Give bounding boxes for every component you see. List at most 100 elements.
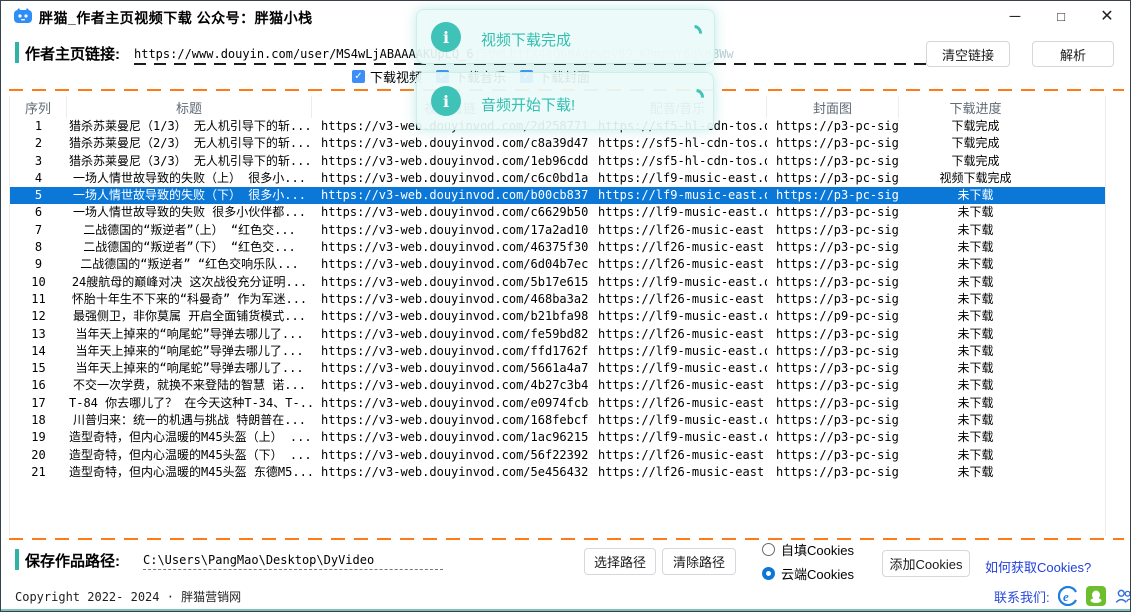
cell-progress: 未下载 bbox=[899, 429, 1052, 446]
toast-message: 音频开始下载! bbox=[481, 94, 575, 115]
cell-music-link: https://lf9-music-east.douyi... bbox=[589, 274, 767, 291]
cell-title: 怀胎十年生不下来的“科曼奇” 作为军迷... bbox=[67, 291, 312, 308]
cell-cover-link: https://p3-pc-sign... bbox=[767, 274, 899, 291]
table-row[interactable]: 15 当年天上掉来的“响尾蛇”导弹去哪儿了... https://v3-web.… bbox=[10, 360, 1105, 377]
cell-music-link: https://lf26-music-east.douy... bbox=[589, 464, 767, 481]
cell-cover-link: https://p9-pc-sign... bbox=[767, 308, 899, 325]
choose-path-button[interactable]: 选择路径 bbox=[584, 548, 656, 575]
cell-progress: 未下载 bbox=[899, 308, 1052, 325]
table-row[interactable]: 10 24艘航母的巅峰对决 这次战役充分证明... https://v3-web… bbox=[10, 274, 1105, 291]
table-row[interactable]: 2 猎杀苏莱曼尼（2/3） 无人机引导下的斩... https://v3-web… bbox=[10, 135, 1105, 152]
contact-us-label: 联系我们: bbox=[994, 587, 1050, 606]
table-row[interactable]: 8 二战德国的“叛逆者”（下） “红色交... https://v3-web.d… bbox=[10, 239, 1105, 256]
table-row[interactable]: 20 造型奇特，但内心温暖的M45头盔（下） ... https://v3-we… bbox=[10, 447, 1105, 464]
cell-video-link: https://v3-web.douyinvod.com/5e45643236d… bbox=[312, 464, 589, 481]
cell-video-link: https://v3-web.douyinvod.com/e0974fcb4c6… bbox=[312, 395, 589, 412]
cell-music-link: https://lf26-music-east.douy... bbox=[589, 239, 767, 256]
app-window: 胖猫_作者主页视频下载 公众号：胖猫小栈 ─ □ ✕ 作者主页链接: https… bbox=[0, 0, 1131, 612]
close-button[interactable]: ✕ bbox=[1084, 1, 1130, 31]
cell-title: 一场人情世故导致的失败（上） 很多小... bbox=[67, 170, 312, 187]
table-row[interactable]: 14 当年天上掉来的“响尾蛇”导弹去哪儿了... https://v3-web.… bbox=[10, 343, 1105, 360]
table-row[interactable]: 3 猎杀苏莱曼尼（3/3） 无人机引导下的斩... https://v3-web… bbox=[10, 153, 1105, 170]
cell-video-link: https://v3-web.douyinvod.com/5661a4a78a8… bbox=[312, 360, 589, 377]
cell-progress: 下载完成 bbox=[899, 118, 1052, 135]
cell-music-link: https://lf9-music-east.douyi... bbox=[589, 343, 767, 360]
cell-cover-link: https://p3-pc-sign... bbox=[767, 135, 899, 152]
cell-video-link: https://v3-web.douyinvod.com/17a2ad10cfd… bbox=[312, 222, 589, 239]
cell-seq: 11 bbox=[10, 291, 67, 308]
cell-title: 猎杀苏莱曼尼（3/3） 无人机引导下的斩... bbox=[67, 153, 312, 170]
table-row[interactable]: 6 一场人情世故导致的失败 很多小伙伴都... https://v3-web.d… bbox=[10, 204, 1105, 221]
cell-progress: 未下载 bbox=[899, 412, 1052, 429]
table-row[interactable]: 11 怀胎十年生不下来的“科曼奇” 作为军迷... https://v3-web… bbox=[10, 291, 1105, 308]
cell-music-link: https://lf26-music-east.douy... bbox=[589, 447, 767, 464]
download-option-checkbox[interactable]: 下载视频 bbox=[352, 67, 422, 86]
table-row[interactable]: 19 造型奇特，但内心温暖的M45头盔（上） ... https://v3-we… bbox=[10, 429, 1105, 446]
table-row[interactable]: 21 造型奇特，但内心温暖的M45头盔 东德M5... https://v3-w… bbox=[10, 464, 1105, 481]
cell-video-link: https://v3-web.douyinvod.com/b00cb837e4b… bbox=[312, 187, 589, 204]
cell-music-link: https://lf26-music-east.douy... bbox=[589, 377, 767, 394]
clear-path-button[interactable]: 清除路径 bbox=[662, 548, 736, 575]
cell-progress: 未下载 bbox=[899, 187, 1052, 204]
add-cookies-button[interactable]: 添加Cookies bbox=[882, 550, 970, 577]
ie-browser-icon[interactable]: e bbox=[1058, 586, 1078, 606]
cell-cover-link: https://p3-pc-sign... bbox=[767, 395, 899, 412]
cell-title: 当年天上掉来的“响尾蛇”导弹去哪儿了... bbox=[67, 326, 312, 343]
cell-seq: 20 bbox=[10, 447, 67, 464]
app-icon bbox=[14, 8, 32, 29]
cell-seq: 16 bbox=[10, 377, 67, 394]
cell-video-link: https://v3-web.douyinvod.com/4b27c3b401c… bbox=[312, 377, 589, 394]
cell-progress: 视频下载完成 bbox=[899, 170, 1052, 187]
spinner-icon bbox=[685, 86, 708, 109]
table-row[interactable]: 7 二战德国的“叛逆者”（上） “红色交... https://v3-web.d… bbox=[10, 222, 1105, 239]
minimize-button[interactable]: ─ bbox=[992, 1, 1038, 31]
cell-video-link: https://v3-web.douyinvod.com/fe59bd823c7… bbox=[312, 326, 589, 343]
toast-audio-start: 音频开始下载! bbox=[416, 72, 714, 130]
cell-progress: 未下载 bbox=[899, 326, 1052, 343]
cell-seq: 8 bbox=[10, 239, 67, 256]
qq-group-icon[interactable] bbox=[1114, 586, 1131, 606]
cell-seq: 12 bbox=[10, 308, 67, 325]
cell-title: 一场人情世故导致的失败 很多小伙伴都... bbox=[67, 204, 312, 221]
cell-music-link: https://lf9-music-east.douyi... bbox=[589, 308, 767, 325]
cell-seq: 1 bbox=[10, 118, 67, 135]
cell-title: 猎杀苏莱曼尼（1/3） 无人机引导下的斩... bbox=[67, 118, 312, 135]
cell-cover-link: https://p3-pc-sign... bbox=[767, 153, 899, 170]
table-row[interactable]: 18 川普归来：统一的机遇与挑战 特朗普在... https://v3-web.… bbox=[10, 412, 1105, 429]
cell-cover-link: https://p3-pc-sign... bbox=[767, 447, 899, 464]
cell-progress: 未下载 bbox=[899, 204, 1052, 221]
table-row[interactable]: 12 最强侧卫，非你莫属 开启全面铺货模式... https://v3-web.… bbox=[10, 308, 1105, 325]
table-row[interactable]: 17 T-84 你去哪儿了？ 在今天这种T-34、T-... https://v… bbox=[10, 395, 1105, 412]
parse-button[interactable]: 解析 bbox=[1032, 41, 1114, 67]
cell-title: 一场人情世故导致的失败（下） 很多小... bbox=[67, 187, 312, 204]
table-row[interactable]: 16 不交一次学费，就换不来登陆的智慧 诺... https://v3-web.… bbox=[10, 377, 1105, 394]
cell-music-link: https://lf26-music-east.douy... bbox=[589, 291, 767, 308]
radio-label: 云端Cookies bbox=[781, 564, 854, 583]
cell-video-link: https://v3-web.douyinvod.com/468ba3a2b50… bbox=[312, 291, 589, 308]
contact-us-row: 联系我们: e bbox=[994, 586, 1131, 606]
cell-title: 当年天上掉来的“响尾蛇”导弹去哪儿了... bbox=[67, 360, 312, 377]
cell-cover-link: https://p3-pc-sign... bbox=[767, 291, 899, 308]
cell-title: 二战德国的“叛逆者”（下） “红色交... bbox=[67, 239, 312, 256]
how-to-get-cookies-link[interactable]: 如何获取Cookies? bbox=[985, 557, 1091, 576]
table-row[interactable]: 4 一场人情世故导致的失败（上） 很多小... https://v3-web.d… bbox=[10, 170, 1105, 187]
cell-cover-link: https://p3-pc-sign... bbox=[767, 239, 899, 256]
qq-icon[interactable] bbox=[1086, 586, 1106, 606]
table-row[interactable]: 5 一场人情世故导致的失败（下） 很多小... https://v3-web.d… bbox=[10, 187, 1105, 204]
cell-title: 二战德国的“叛逆者”（上） “红色交... bbox=[67, 222, 312, 239]
cell-cover-link: https://p3-pc-sign... bbox=[767, 187, 899, 204]
cookie-radio-option[interactable]: 云端Cookies bbox=[762, 565, 854, 581]
cell-video-link: https://v3-web.douyinvod.com/1eb96cdda40… bbox=[312, 153, 589, 170]
cookie-radio-option[interactable]: 自填Cookies bbox=[762, 541, 854, 557]
cell-video-link: https://v3-web.douyinvod.com/5b17e6151de… bbox=[312, 274, 589, 291]
cell-video-link: https://v3-web.douyinvod.com/1ac9621593b… bbox=[312, 429, 589, 446]
table-row[interactable]: 9 二战德国的“叛逆者” “红色交响乐队... https://v3-web.d… bbox=[10, 256, 1105, 273]
clear-link-button[interactable]: 清空链接 bbox=[926, 41, 1010, 67]
cell-progress: 未下载 bbox=[899, 360, 1052, 377]
maximize-button[interactable]: □ bbox=[1038, 1, 1084, 31]
cell-title: 川普归来：统一的机遇与挑战 特朗普在... bbox=[67, 412, 312, 429]
cell-title: 二战德国的“叛逆者” “红色交响乐队... bbox=[67, 256, 312, 273]
table-row[interactable]: 13 当年天上掉来的“响尾蛇”导弹去哪儿了... https://v3-web.… bbox=[10, 326, 1105, 343]
save-path-field[interactable]: C:\Users\PangMao\Desktop\DyVideo bbox=[143, 553, 443, 570]
cell-progress: 未下载 bbox=[899, 395, 1052, 412]
